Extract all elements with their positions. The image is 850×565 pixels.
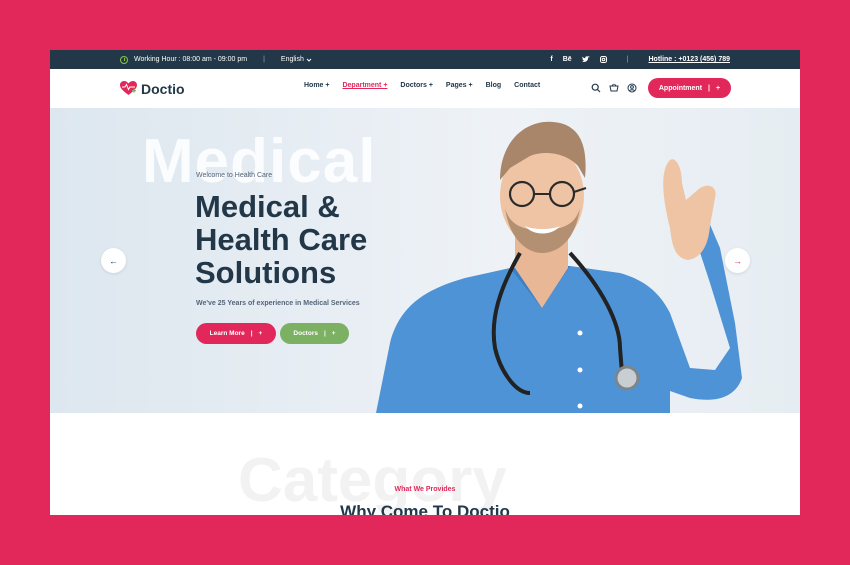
- cart-icon[interactable]: [609, 83, 619, 93]
- heart-logo-icon: [120, 81, 137, 95]
- plus-icon: +: [331, 330, 336, 337]
- divider: |: [263, 56, 265, 63]
- arrow-left-icon: ←: [109, 255, 118, 266]
- instagram-icon[interactable]: [599, 56, 607, 63]
- learn-more-label: Learn More: [209, 330, 245, 337]
- doctors-button[interactable]: Doctors | +: [280, 323, 349, 344]
- page-frame: Working Hour : 08:00 am - 09:00 pm | Eng…: [50, 50, 800, 515]
- learn-more-button[interactable]: Learn More | +: [196, 323, 276, 344]
- headline-line: Solutions: [195, 255, 337, 290]
- plus-icon: +: [716, 84, 721, 92]
- hero-headline: Medical & Health Care Solutions: [195, 190, 425, 289]
- divider: |: [626, 56, 629, 63]
- arrow-right-icon: →: [733, 255, 742, 266]
- language-label: English: [280, 56, 304, 63]
- divider: |: [323, 330, 326, 337]
- appointment-button[interactable]: Appointment | +: [648, 78, 731, 98]
- doctors-label: Doctors: [293, 330, 318, 337]
- headline-line: Medical &: [195, 189, 340, 224]
- slider-prev-button[interactable]: ←: [101, 248, 126, 273]
- section-title: Why Come To Doctio: [340, 502, 510, 515]
- menu-item-doctors[interactable]: Doctors +: [400, 82, 432, 89]
- menu-item-pages[interactable]: Pages +: [446, 82, 473, 89]
- chevron-down-icon: [306, 58, 312, 62]
- search-icon[interactable]: [591, 83, 601, 93]
- twitter-icon[interactable]: [581, 56, 590, 63]
- appointment-label: Appointment: [658, 84, 703, 92]
- hotline-link[interactable]: Hotline : +0123 (456) 789: [648, 56, 730, 63]
- facebook-icon[interactable]: f: [550, 56, 552, 63]
- hero-welcome: Welcome to Health Care: [196, 172, 273, 179]
- working-hours: Working Hour : 08:00 am - 09:00 pm: [134, 56, 248, 63]
- section-eyebrow: What We Provides: [394, 486, 456, 493]
- divider: |: [708, 84, 711, 92]
- headline-line: Health Care: [195, 222, 368, 257]
- user-icon[interactable]: [627, 83, 637, 93]
- divider: |: [250, 330, 253, 337]
- logo[interactable]: Doctio: [120, 81, 185, 97]
- brand-name: Doctio: [141, 80, 185, 97]
- hero-subtext: We've 25 Years of experience in Medical …: [196, 300, 360, 307]
- hero-banner: Medical Welcome to Health Care Medical &…: [50, 108, 800, 413]
- plus-icon: +: [258, 330, 263, 337]
- hero-ghost-text: Medical: [142, 127, 377, 196]
- nav-icons: [591, 83, 637, 93]
- top-info-bar: Working Hour : 08:00 am - 09:00 pm | Eng…: [50, 50, 800, 69]
- main-navbar: Doctio Home + Department + Doctors + Pag…: [50, 69, 800, 108]
- menu-item-contact[interactable]: Contact: [514, 82, 540, 89]
- menu-item-blog[interactable]: Blog: [486, 82, 502, 89]
- menu-item-department[interactable]: Department +: [342, 82, 387, 89]
- language-selector[interactable]: English: [281, 56, 312, 63]
- slider-next-button[interactable]: →: [725, 248, 750, 273]
- behance-icon[interactable]: Bē: [563, 56, 572, 63]
- menu-item-home[interactable]: Home +: [304, 82, 329, 89]
- doctor-image: [376, 121, 742, 413]
- main-menu: Home + Department + Doctors + Pages + Bl…: [304, 82, 540, 89]
- clock-icon: [120, 55, 128, 64]
